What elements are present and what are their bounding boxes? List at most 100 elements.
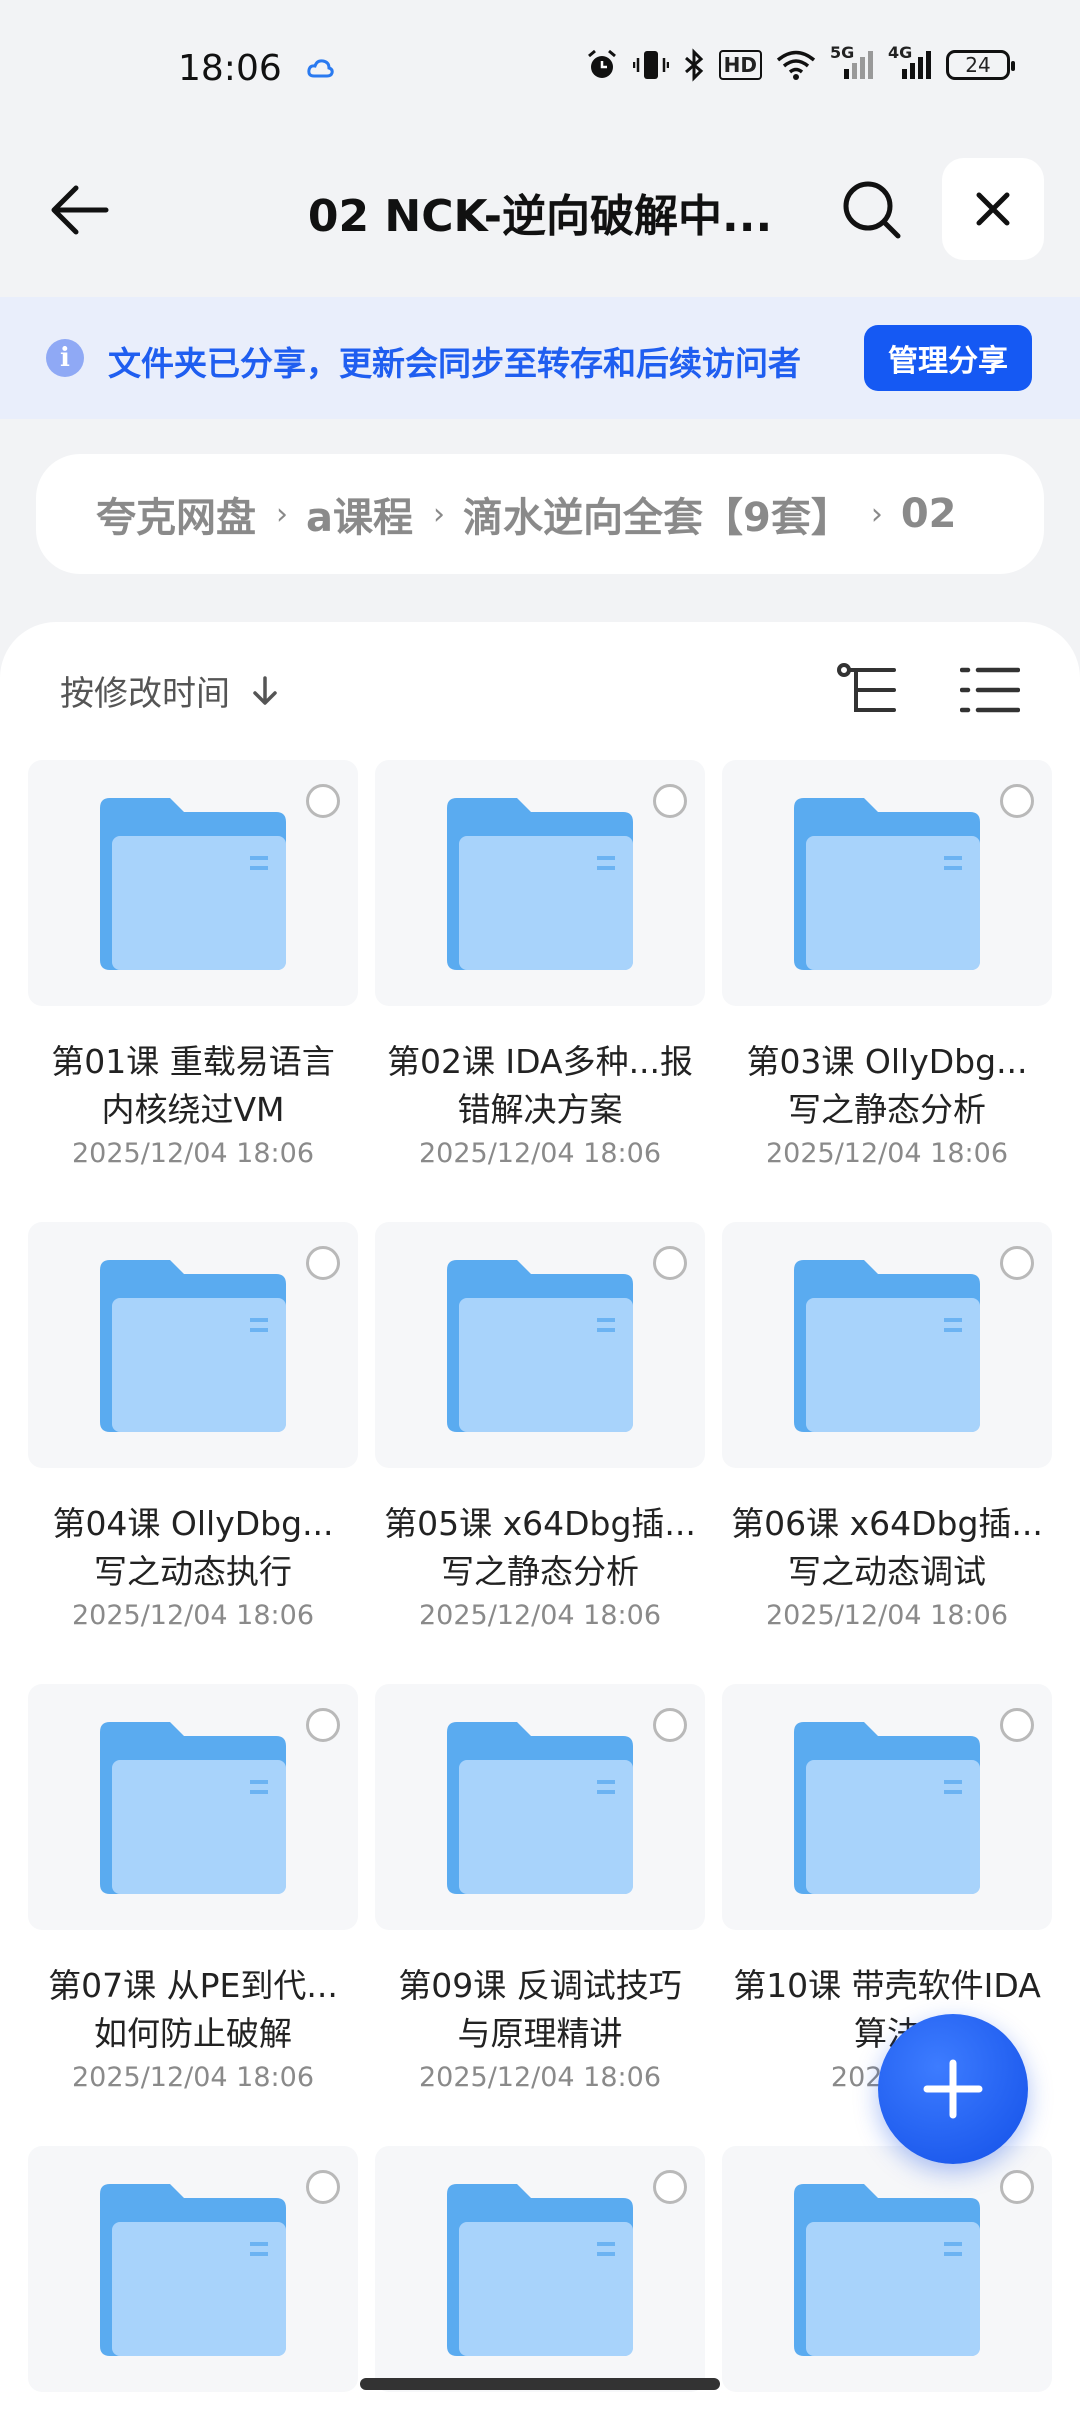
folder-date: 2025/12/04 18:06 [71, 2062, 314, 2093]
breadcrumb-item-courses[interactable]: a课程 [306, 485, 413, 543]
breadcrumb-item-current[interactable]: 02 [901, 491, 957, 537]
folder-thumbnail [722, 2146, 1052, 2392]
cloud-sync-icon [306, 58, 334, 82]
signal-5g-icon: 5G [830, 43, 874, 81]
folder-name: 第02课 IDA多种...报错解决方案 [386, 1042, 694, 1129]
select-checkbox[interactable] [1000, 1708, 1034, 1742]
alarm-icon [585, 48, 619, 82]
select-checkbox[interactable] [1000, 2170, 1034, 2204]
back-button[interactable] [48, 178, 112, 242]
select-checkbox[interactable] [306, 784, 340, 818]
list-icon [959, 667, 1021, 713]
folder-icon [794, 1260, 980, 1432]
breadcrumb: 夸克网盘 › a课程 › 滴水逆向全套【9套】 › 02 [36, 454, 1044, 574]
select-checkbox[interactable] [306, 1708, 340, 1742]
folder-icon [447, 2184, 633, 2356]
folder-thumbnail [375, 1684, 705, 1930]
folder-icon [794, 2184, 980, 2356]
chevron-right-icon: › [276, 496, 288, 532]
share-banner-text: 文件夹已分享，更新会同步至转存和后续访问者 [108, 344, 801, 383]
arrow-left-icon [51, 185, 109, 235]
folder-item[interactable]: 第05课 x64Dbg插...写之静态分析 2025/12/04 18:06 [375, 1222, 705, 1631]
chevron-right-icon: › [870, 496, 883, 532]
search-button[interactable] [838, 176, 906, 244]
folder-item[interactable]: 第10课 带壳软件IDA算法 2025/12 [722, 1684, 1052, 2093]
folder-thumbnail [28, 760, 358, 1006]
network-4g-label: 4G [888, 43, 913, 62]
folder-name: 第07课 从PE到代...如何防止破解 [48, 1966, 338, 2053]
select-checkbox[interactable] [653, 1708, 687, 1742]
folder-item[interactable]: 第09课 反调试技巧与原理精讲 2025/12/04 18:06 [375, 1684, 705, 2093]
folder-item[interactable] [28, 2146, 358, 2392]
folder-icon [100, 798, 286, 970]
status-time: 18:06 [178, 48, 282, 89]
close-icon [976, 192, 1010, 226]
breadcrumb-item-set[interactable]: 滴水逆向全套【9套】 [463, 485, 851, 543]
folder-thumbnail [375, 2146, 705, 2392]
folder-name: 第03课 OllyDbg...写之静态分析 [746, 1042, 1028, 1129]
list-view-button[interactable] [959, 664, 1021, 716]
sort-selector[interactable]: 按修改时间 [60, 666, 282, 715]
wifi-icon [776, 49, 816, 81]
folder-item[interactable]: 第01课 重载易语言内核绕过VM 2025/12/04 18:06 [28, 760, 358, 1169]
plus-icon [923, 2059, 983, 2119]
folder-date: 2025/12/04 18:06 [418, 1138, 661, 1169]
tree-view-button[interactable] [836, 662, 900, 718]
folder-thumbnail [28, 2146, 358, 2392]
folder-date: 2025/12/04 18:06 [418, 1600, 661, 1631]
chevron-right-icon: › [433, 496, 445, 532]
vibrate-icon [632, 48, 669, 82]
folder-item[interactable] [375, 2146, 705, 2392]
breadcrumb-item-root[interactable]: 夸克网盘 [96, 485, 256, 543]
select-checkbox[interactable] [306, 2170, 340, 2204]
folder-icon [794, 798, 980, 970]
folder-name: 第04课 OllyDbg...写之动态执行 [52, 1504, 334, 1591]
folder-item[interactable]: 第06课 x64Dbg插...写之动态调试 2025/12/04 18:06 [722, 1222, 1052, 1631]
folder-icon [447, 1260, 633, 1432]
folder-thumbnail [28, 1684, 358, 1930]
manage-share-button[interactable]: 管理分享 [864, 325, 1032, 391]
home-indicator[interactable] [360, 2378, 720, 2390]
tree-structure-icon [837, 663, 896, 712]
folder-item[interactable]: 第02课 IDA多种...报错解决方案 2025/12/04 18:06 [375, 760, 705, 1169]
select-checkbox[interactable] [306, 1246, 340, 1280]
status-bar: 18:06 HD 5G 4G 24 [0, 0, 1080, 130]
bluetooth-icon [683, 48, 705, 82]
folder-date: 2025/12/04 18:06 [765, 1138, 1008, 1169]
folder-icon [447, 1722, 633, 1894]
folder-item[interactable] [722, 2146, 1052, 2392]
folder-item[interactable]: 第04课 OllyDbg...写之动态执行 2025/12/04 18:06 [28, 1222, 358, 1631]
folder-thumbnail [28, 1222, 358, 1468]
select-checkbox[interactable] [653, 2170, 687, 2204]
select-checkbox[interactable] [653, 1246, 687, 1280]
folder-name: 第05课 x64Dbg插...写之静态分析 [384, 1504, 696, 1591]
folder-icon [100, 2184, 286, 2356]
header: 02 NCK-逆向破解中... [0, 150, 1080, 270]
folder-name: 第06课 x64Dbg插...写之动态调试 [731, 1504, 1043, 1591]
folder-date: 2025/12/04 18:06 [418, 2062, 661, 2093]
info-icon: i [46, 339, 84, 377]
search-icon [843, 181, 901, 239]
folder-date: 2025/12/04 18:06 [71, 1138, 314, 1169]
select-checkbox[interactable] [1000, 784, 1034, 818]
page-title: 02 NCK-逆向破解中... [307, 191, 773, 242]
folder-thumbnail [722, 760, 1052, 1006]
folder-name: 第09课 反调试技巧与原理精讲 [398, 1966, 682, 2053]
folder-item[interactable]: 第03课 OllyDbg...写之静态分析 2025/12/04 18:06 [722, 760, 1052, 1169]
folder-icon [794, 1722, 980, 1894]
select-checkbox[interactable] [1000, 1246, 1034, 1280]
folder-item[interactable]: 第07课 从PE到代...如何防止破解 2025/12/04 18:06 [28, 1684, 358, 2093]
folder-thumbnail [375, 1222, 705, 1468]
folder-icon [100, 1260, 286, 1432]
folder-thumbnail [722, 1684, 1052, 1930]
folder-icon [447, 798, 633, 970]
folder-name: 第01课 重载易语言内核绕过VM [51, 1042, 335, 1129]
select-checkbox[interactable] [653, 784, 687, 818]
folder-icon [100, 1722, 286, 1894]
close-button[interactable] [942, 158, 1044, 260]
arrow-down-icon [253, 675, 277, 705]
sort-label: 按修改时间 [60, 674, 230, 714]
battery-icon: 24 [946, 50, 1015, 80]
network-5g-label: 5G [830, 43, 855, 62]
add-button[interactable] [878, 2014, 1028, 2164]
